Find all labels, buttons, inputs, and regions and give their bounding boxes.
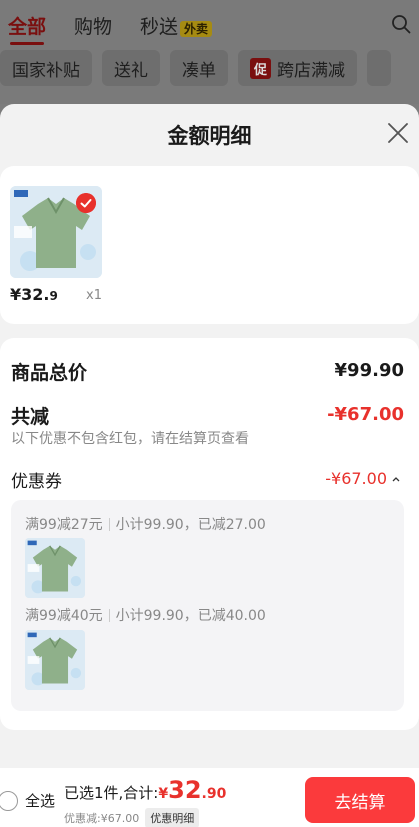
coupon-rule-1-detail: 小计99.90，已减27.00	[115, 517, 266, 533]
search-icon[interactable]	[391, 14, 411, 34]
product-quantity: x1	[86, 288, 102, 303]
tab-all[interactable]: 全部	[8, 12, 46, 45]
takeout-badge: 外卖	[180, 20, 213, 37]
polo-shirt-image	[25, 538, 85, 598]
product-price-decimal: 9	[49, 289, 58, 303]
select-all-toggle[interactable]: 全选	[0, 790, 55, 811]
discount-summary: 优惠减:¥67.00 优惠明细	[64, 808, 200, 827]
price-detail-card: 商品总价 ¥99.90 共减 -¥67.00 以下优惠不包含红包，请在结算页查看…	[0, 338, 419, 730]
coupon-value: -¥67.00	[325, 469, 387, 488]
sheet-title: 金额明细	[167, 124, 252, 148]
chip-add-on[interactable]: 凑单	[170, 50, 228, 86]
chip-cross-store-label: 跨店满减	[277, 60, 346, 81]
divider	[108, 517, 110, 531]
chip-cross-store-discount[interactable]: 促跨店满减	[238, 50, 358, 86]
coupon-breakdown: 满99减27元 小计99.90，已减27.00 满99减40元 小计99.90，…	[11, 500, 404, 711]
checkout-button[interactable]: 去结算	[305, 777, 415, 823]
coupon-toggle[interactable]: -¥67.00	[325, 469, 401, 488]
discount-amount-text: 优惠减:¥67.00	[64, 812, 140, 825]
filter-chips: 国家补贴 送礼 凑单 促跨店满减	[0, 50, 392, 88]
total-price-label: 商品总价	[11, 362, 88, 384]
product-price: ¥32.9	[10, 285, 58, 304]
chip-gift[interactable]: 送礼	[102, 50, 160, 86]
promo-tag: 促	[250, 57, 272, 79]
discount-total-label: 共减	[11, 406, 50, 428]
category-tabs: 全部 购物 秒送 外卖	[8, 10, 213, 45]
product-image[interactable]	[10, 186, 102, 278]
coupon-rule-2: 满99减40元 小计99.90，已减40.00	[25, 605, 266, 625]
close-icon[interactable]	[387, 122, 409, 144]
summary-prefix: 已选1件,合计:	[64, 784, 159, 802]
coupon-rule-2-detail: 小计99.90，已减40.00	[115, 608, 266, 624]
summary-amount-int: 32	[168, 776, 202, 804]
coupon-rule-2-product-thumb	[25, 630, 85, 690]
coupon-rule-1-name: 满99减27元	[25, 517, 103, 533]
tab-shopping[interactable]: 购物	[74, 12, 112, 39]
checkout-bar: 全选 已选1件,合计: ¥ 32 .90 优惠减:¥67.00 优惠明细 去结算	[0, 768, 419, 827]
coupon-label: 优惠券	[11, 472, 62, 492]
discount-total-value: -¥67.00	[327, 404, 404, 425]
divider	[108, 608, 110, 622]
discount-hint: 以下优惠不包含红包，请在结算页查看	[11, 431, 249, 447]
chip-more[interactable]	[367, 50, 392, 86]
background-header: 全部 购物 秒送 外卖 国家补贴 送礼 凑单 促跨店满减	[0, 0, 419, 104]
select-all-label: 全选	[25, 792, 56, 810]
coupon-rule-1: 满99减27元 小计99.90，已减27.00	[25, 514, 266, 534]
summary-currency: ¥	[158, 786, 169, 802]
select-all-radio[interactable]	[0, 790, 18, 811]
chip-national-subsidy[interactable]: 国家补贴	[0, 50, 92, 86]
total-price-value: ¥99.90	[334, 360, 404, 381]
tab-instant-label: 秒送	[140, 15, 179, 38]
summary-amount-decimal: .90	[201, 786, 227, 802]
coupon-rule-1-product-thumb	[25, 538, 85, 598]
coupon-rule-2-name: 满99减40元	[25, 608, 103, 624]
product-price-main: ¥32.	[10, 285, 50, 304]
tab-instant[interactable]: 秒送 外卖	[140, 12, 213, 39]
polo-shirt-image	[25, 630, 85, 690]
discount-detail-button[interactable]: 优惠明细	[145, 808, 200, 827]
amount-detail-sheet: 金额明细 ¥32.9 x1 商品总价 ¥99.90 共减 -¥67.00 以下优…	[0, 104, 419, 827]
product-card	[0, 166, 419, 324]
checkmark-icon	[76, 193, 96, 213]
chevron-up-icon	[392, 476, 400, 481]
order-summary: 已选1件,合计: ¥ 32 .90	[64, 776, 226, 804]
